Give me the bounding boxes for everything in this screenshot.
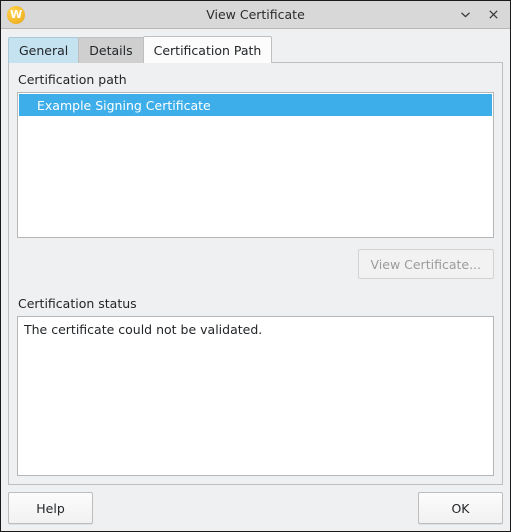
help-button[interactable]: Help [8,492,93,524]
certification-status-box: The certificate could not be validated. [17,316,494,476]
tab-certification-path[interactable]: Certification Path [142,36,273,63]
tab-general-label: General [19,43,69,58]
window-controls [452,3,506,27]
ok-button-label: OK [451,500,470,516]
minimize-icon[interactable] [452,3,478,27]
dialog-footer: Help OK [1,485,510,531]
view-certificate-dialog: W View Certificate General Details Certi… [0,0,511,532]
tab-bar: General Details Certification Path [1,36,510,63]
view-certificate-button-label: View Certificate... [370,256,482,272]
ok-button[interactable]: OK [418,492,503,524]
tab-details[interactable]: Details [78,37,144,63]
view-certificate-row: View Certificate... [17,249,494,279]
list-item[interactable]: Example Signing Certificate [19,94,492,116]
window-title: View Certificate [206,7,305,22]
wine-app-icon: W [7,5,25,24]
certification-path-label: Certification path [18,72,127,87]
view-certificate-button[interactable]: View Certificate... [357,249,494,279]
certification-status-text: The certificate could not be validated. [24,322,263,337]
certification-status-label: Certification status [18,296,137,311]
certification-path-panel: Certification path Example Signing Certi… [8,62,503,485]
tab-general[interactable]: General [8,37,80,63]
help-button-label: Help [36,500,65,516]
certification-path-list[interactable]: Example Signing Certificate [17,92,494,238]
list-item-label: Example Signing Certificate [37,97,211,113]
tab-details-label: Details [89,43,133,58]
close-icon[interactable] [480,3,506,27]
tab-certification-path-label: Certification Path [153,42,262,58]
title-bar[interactable]: W View Certificate [1,1,510,29]
